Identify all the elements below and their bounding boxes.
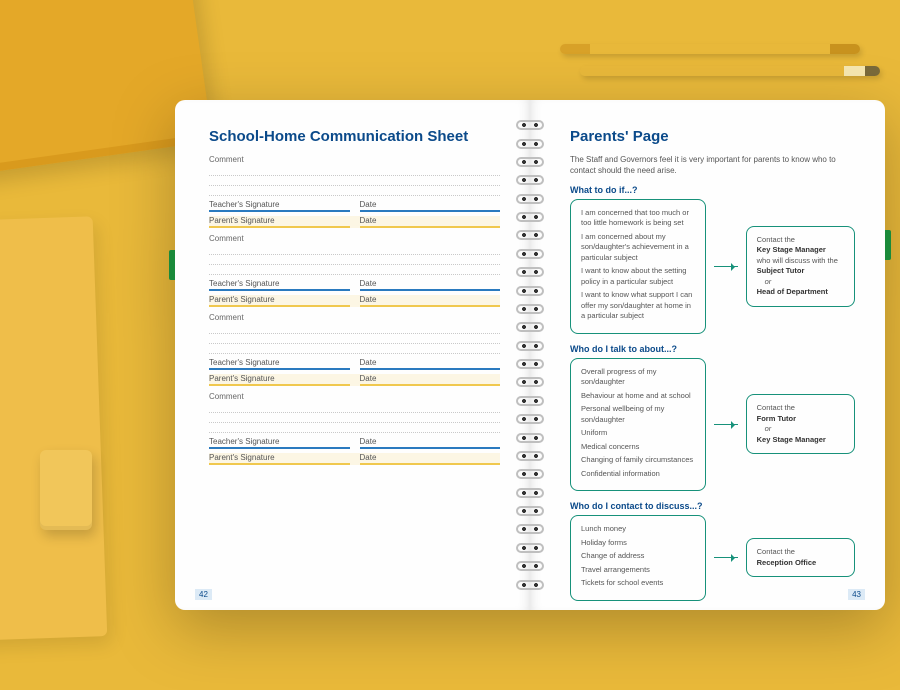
parent-signature-field[interactable]: Parent's Signature xyxy=(209,295,350,307)
concerns-box: Lunch moneyHoliday formsChange of addres… xyxy=(570,515,706,601)
right-page-title: Parents' Page xyxy=(570,128,855,145)
comment-lines[interactable] xyxy=(209,166,500,196)
teacher-date-field[interactable]: Date xyxy=(360,279,501,291)
pencil-prop xyxy=(580,66,880,76)
teacher-signature-field[interactable]: Teacher's Signature xyxy=(209,279,350,291)
parent-signature-field[interactable]: Parent's Signature xyxy=(209,374,350,386)
page-tab-right xyxy=(885,230,891,260)
arrow-icon xyxy=(714,557,738,558)
parent-signature-field[interactable]: Parent's Signature xyxy=(209,216,350,228)
notepad-prop xyxy=(0,216,107,643)
parent-date-field[interactable]: Date xyxy=(360,295,501,307)
parent-date-field[interactable]: Date xyxy=(360,216,501,228)
teacher-date-field[interactable]: Date xyxy=(360,358,501,370)
page-number-right: 43 xyxy=(848,589,865,600)
section-heading: Who do I contact to discuss...? xyxy=(570,501,855,511)
flow-row: Lunch moneyHoliday formsChange of addres… xyxy=(570,515,855,601)
comment-label: Comment xyxy=(209,392,500,401)
notebook: School-Home Communication Sheet Comment … xyxy=(175,100,885,610)
teacher-signature-field[interactable]: Teacher's Signature xyxy=(209,437,350,449)
comment-label: Comment xyxy=(209,313,500,322)
flow-row: I am concerned that too much or too litt… xyxy=(570,199,855,334)
parent-signature-field[interactable]: Parent's Signature xyxy=(209,453,350,465)
contact-box: Contact theForm TutororKey Stage Manager xyxy=(746,394,855,454)
teacher-signature-field[interactable]: Teacher's Signature xyxy=(209,358,350,370)
section-heading: Who do I talk to about...? xyxy=(570,344,855,354)
comment-lines[interactable] xyxy=(209,245,500,275)
parent-date-field[interactable]: Date xyxy=(360,374,501,386)
left-page-title: School-Home Communication Sheet xyxy=(209,128,500,145)
concerns-box: Overall progress of my son/daughterBehav… xyxy=(570,358,706,492)
arrow-icon xyxy=(714,266,738,267)
right-page: Parents' Page The Staff and Governors fe… xyxy=(530,100,885,610)
eraser-prop xyxy=(40,450,92,530)
pen-prop xyxy=(560,44,860,54)
parent-date-field[interactable]: Date xyxy=(360,453,501,465)
comment-label: Comment xyxy=(209,234,500,243)
concerns-box: I am concerned that too much or too litt… xyxy=(570,199,706,334)
comment-lines[interactable] xyxy=(209,324,500,354)
section-heading: What to do if...? xyxy=(570,185,855,195)
contact-box: Contact theReception Office xyxy=(746,538,855,577)
comment-label: Comment xyxy=(209,155,500,164)
contact-box: Contact theKey Stage Managerwho will dis… xyxy=(746,226,855,307)
teacher-date-field[interactable]: Date xyxy=(360,437,501,449)
page-number-left: 42 xyxy=(195,589,212,600)
comment-lines[interactable] xyxy=(209,403,500,433)
arrow-icon xyxy=(714,424,738,425)
page-tab-left xyxy=(169,250,175,280)
flow-row: Overall progress of my son/daughterBehav… xyxy=(570,358,855,492)
teacher-signature-field[interactable]: Teacher's Signature xyxy=(209,200,350,212)
parents-intro: The Staff and Governors feel it is very … xyxy=(570,155,855,177)
teacher-date-field[interactable]: Date xyxy=(360,200,501,212)
left-page: School-Home Communication Sheet Comment … xyxy=(175,100,530,610)
